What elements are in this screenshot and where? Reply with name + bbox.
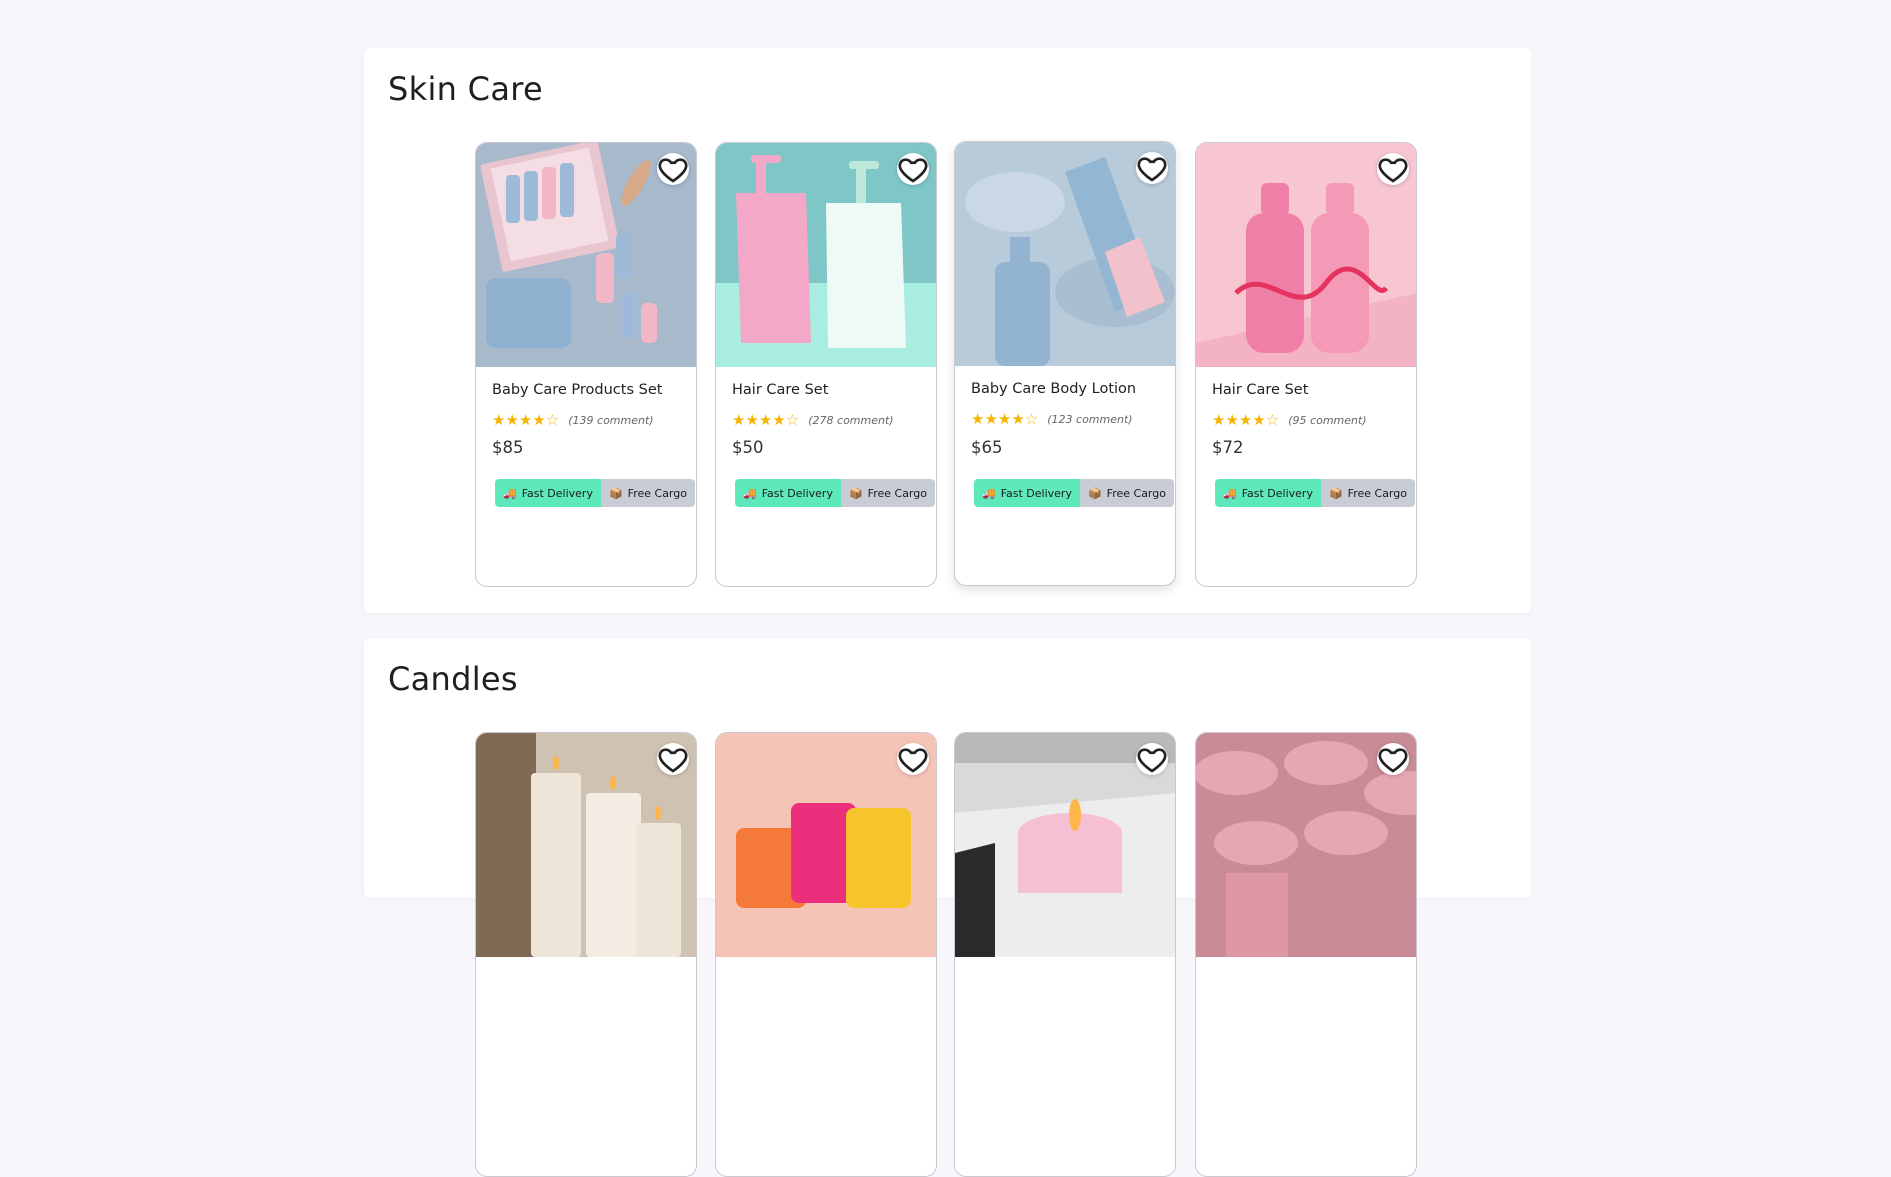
truck-icon: 🚚 [743, 486, 757, 500]
heart-outline-icon [898, 748, 928, 773]
truck-icon: 🚚 [1223, 486, 1237, 500]
product-card[interactable] [1195, 732, 1417, 1177]
fast-delivery-badge: 🚚 Fast Delivery [495, 479, 601, 507]
product-image[interactable] [476, 143, 696, 367]
rating-stars: ★★★★☆ [1212, 412, 1280, 429]
favorite-button[interactable] [1377, 153, 1409, 185]
section-title: Skin Care [388, 70, 543, 108]
rating-stars: ★★★★☆ [492, 412, 560, 429]
product-card[interactable]: Baby Care Products Set ★★★★☆ (139 commen… [475, 142, 697, 587]
product-image[interactable] [1196, 143, 1416, 367]
favorite-button[interactable] [657, 153, 689, 185]
comment-count[interactable]: (278 comment) [808, 414, 893, 427]
truck-icon: 🚚 [982, 486, 996, 500]
candle-glass-jars-photo[interactable] [716, 733, 936, 957]
fast-delivery-label: Fast Delivery [521, 486, 593, 500]
product-image[interactable] [955, 142, 1175, 366]
box-icon: 📦 [848, 486, 863, 500]
rating: ★★★★☆ (278 comment) [732, 413, 894, 428]
free-cargo-label: Free Cargo [867, 486, 927, 500]
rating-stars: ★★★★☆ [971, 411, 1039, 428]
free-cargo-label: Free Cargo [1106, 486, 1166, 500]
delivery-badges: 🚚 Fast Delivery 📦 Free Cargo [1215, 479, 1415, 507]
heart-outline-icon [1378, 158, 1408, 183]
free-cargo-label: Free Cargo [1347, 486, 1407, 500]
product-price: $85 [492, 438, 524, 457]
fast-delivery-label: Fast Delivery [1241, 486, 1313, 500]
lit-pink-candle-photo[interactable] [955, 733, 1175, 957]
heart-outline-icon [658, 748, 688, 773]
comment-count[interactable]: (123 comment) [1047, 413, 1132, 426]
free-cargo-badge: 📦 Free Cargo [1320, 479, 1415, 507]
product-name[interactable]: Hair Care Set [732, 382, 828, 398]
product-card[interactable] [475, 732, 697, 1177]
free-cargo-badge: 📦 Free Cargo [840, 479, 935, 507]
product-name[interactable]: Hair Care Set [1212, 382, 1308, 398]
free-cargo-badge: 📦 Free Cargo [600, 479, 695, 507]
heart-outline-icon [1378, 748, 1408, 773]
fast-delivery-badge: 🚚 Fast Delivery [974, 479, 1080, 507]
favorite-button[interactable] [657, 743, 689, 775]
fast-delivery-badge: 🚚 Fast Delivery [1215, 479, 1321, 507]
delivery-badges: 🚚 Fast Delivery 📦 Free Cargo [495, 479, 695, 507]
product-name[interactable]: Baby Care Products Set [492, 382, 662, 398]
box-icon: 📦 [1087, 486, 1102, 500]
delivery-badges: 🚚 Fast Delivery 📦 Free Cargo [974, 479, 1174, 507]
rating: ★★★★☆ (95 comment) [1212, 413, 1367, 428]
delivery-badges: 🚚 Fast Delivery 📦 Free Cargo [735, 479, 935, 507]
product-card[interactable] [954, 732, 1176, 1177]
favorite-button[interactable] [897, 153, 929, 185]
fast-delivery-label: Fast Delivery [761, 486, 833, 500]
skin-care-section: Skin Care Baby Care Products Set ★★★★☆ (… [364, 48, 1531, 613]
box-icon: 📦 [608, 486, 623, 500]
comment-count[interactable]: (95 comment) [1288, 414, 1366, 427]
heart-outline-icon [1137, 748, 1167, 773]
product-price: $72 [1212, 438, 1244, 457]
comment-count[interactable]: (139 comment) [568, 414, 653, 427]
product-price: $65 [971, 438, 1003, 457]
product-card[interactable]: Hair Care Set ★★★★☆ (95 comment) $72 🚚 F… [1195, 142, 1417, 587]
product-image[interactable] [716, 143, 936, 367]
heart-outline-icon [898, 158, 928, 183]
favorite-button[interactable] [1377, 743, 1409, 775]
pink-candle-jars-photo[interactable] [1196, 733, 1416, 957]
product-card[interactable]: Baby Care Body Lotion ★★★★☆ (123 comment… [954, 141, 1176, 586]
fast-delivery-label: Fast Delivery [1000, 486, 1072, 500]
product-card[interactable]: Hair Care Set ★★★★☆ (278 comment) $50 🚚 … [715, 142, 937, 587]
favorite-button[interactable] [1136, 152, 1168, 184]
truck-icon: 🚚 [503, 486, 517, 500]
favorite-button[interactable] [1136, 743, 1168, 775]
product-name[interactable]: Baby Care Body Lotion [971, 381, 1136, 397]
candle-pillars-photo[interactable] [476, 733, 696, 957]
candles-section: Candles [364, 638, 1531, 1177]
favorite-button[interactable] [897, 743, 929, 775]
section-title: Candles [388, 660, 518, 698]
fast-delivery-badge: 🚚 Fast Delivery [735, 479, 841, 507]
product-card[interactable] [715, 732, 937, 1177]
rating: ★★★★☆ (139 comment) [492, 413, 654, 428]
rating: ★★★★☆ (123 comment) [971, 412, 1133, 427]
heart-outline-icon [658, 158, 688, 183]
product-price: $50 [732, 438, 764, 457]
rating-stars: ★★★★☆ [732, 412, 800, 429]
box-icon: 📦 [1328, 486, 1343, 500]
free-cargo-label: Free Cargo [627, 486, 687, 500]
free-cargo-badge: 📦 Free Cargo [1079, 479, 1174, 507]
heart-outline-icon [1137, 157, 1167, 182]
